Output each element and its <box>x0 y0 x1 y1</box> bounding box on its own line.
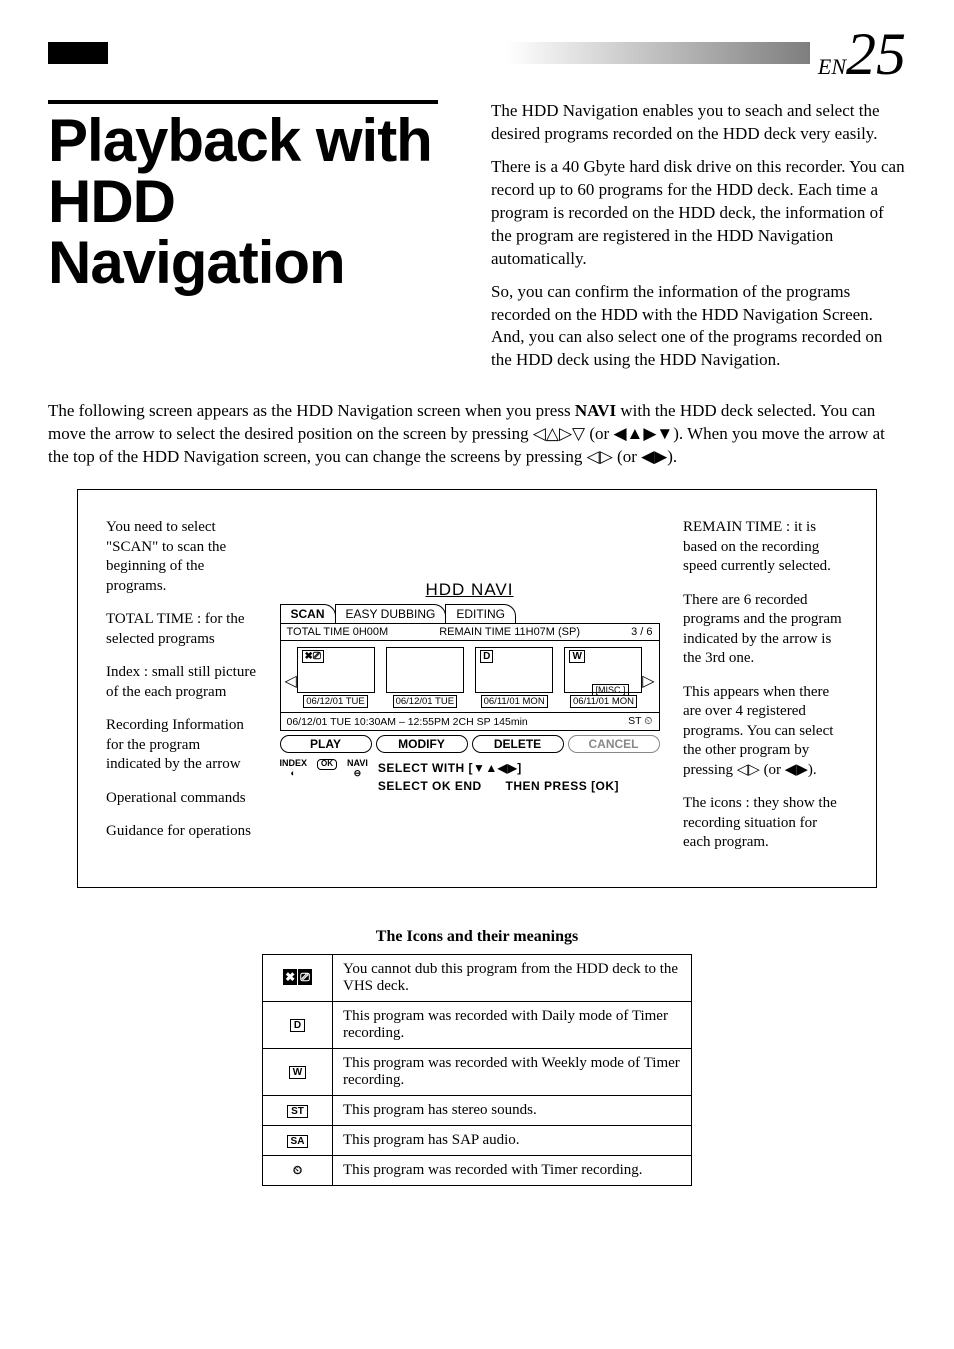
weekly-desc: This program was recorded with Weekly mo… <box>333 1048 692 1095</box>
table-row: ST This program has stereo sounds. <box>263 1095 692 1125</box>
table-row: ✖⎚ You cannot dub this program from the … <box>263 954 692 1001</box>
title-column: Playback with HDD Navigation <box>48 100 463 382</box>
screen-title: HDD NAVI <box>280 580 660 600</box>
total-time: TOTAL TIME 0H00M <box>287 626 389 638</box>
program-detail-icons: ST ⏲ <box>628 715 652 728</box>
right-callouts: REMAIN TIME : it is based on the recordi… <box>683 518 848 867</box>
callout-total-time: TOTAL TIME : for the selected programs <box>106 610 256 649</box>
callout-remain-time: REMAIN TIME : it is based on the recordi… <box>683 518 848 577</box>
navi-icon: NAVI⊖ <box>347 759 368 779</box>
thumb-1[interactable]: ✖⎚ 06/12/01 TUE <box>297 647 375 708</box>
callout-icons: The icons : they show the recording situ… <box>683 794 848 853</box>
play-button[interactable]: PLAY <box>280 735 372 753</box>
hdd-navi-screen: HDD NAVI SCAN EASY DUBBING EDITING TOTAL… <box>272 518 667 867</box>
daily-icon: D <box>480 650 493 663</box>
program-counter: 3 / 6 <box>631 626 652 638</box>
no-dub-desc: You cannot dub this program from the HDD… <box>333 954 692 1001</box>
table-row: W This program was recorded with Weekly … <box>263 1048 692 1095</box>
callout-scroll: This appears when there are over 4 regis… <box>683 683 848 781</box>
body-text-a: The following screen appears as the HDD … <box>48 401 575 420</box>
weekly-icon: W <box>569 650 584 663</box>
delete-button[interactable]: DELETE <box>472 735 564 753</box>
page-title: Playback with HDD Navigation <box>48 110 463 294</box>
icons-table-title: The Icons and their meanings <box>48 928 906 946</box>
no-dub-icon: ✖⎚ <box>302 650 324 663</box>
daily-icon-cell: D <box>263 1001 333 1048</box>
table-row: ⏲ This program was recorded with Timer r… <box>263 1155 692 1185</box>
no-dub-icon-cell: ✖⎚ <box>263 954 333 1001</box>
timer-desc: This program was recorded with Timer rec… <box>333 1155 692 1185</box>
thumb-2-date: 06/12/01 TUE <box>393 695 457 708</box>
time-info-row: TOTAL TIME 0H00M REMAIN TIME 11H07M (SP)… <box>280 623 660 641</box>
tab-easy-dubbing[interactable]: EASY DUBBING <box>335 604 447 623</box>
body-paragraph: The following screen appears as the HDD … <box>48 400 906 469</box>
thumb-1-date: 06/12/01 TUE <box>303 695 367 708</box>
navigation-diagram: You need to select "SCAN" to scan the be… <box>77 489 877 888</box>
thumb-2[interactable]: 06/12/01 TUE <box>386 647 464 708</box>
table-row: D This program was recorded with Daily m… <box>263 1001 692 1048</box>
intro-paragraph-3: So, you can confirm the information of t… <box>491 281 906 373</box>
intro-paragraph-2: There is a 40 Gbyte hard disk drive on t… <box>491 156 906 271</box>
thumbnail-area: ◁ ▷ ✖⎚ 06/12/01 TUE 06/12/01 TUE <box>280 641 660 713</box>
remain-time: REMAIN TIME 11H07M (SP) <box>439 626 580 638</box>
intro-columns: Playback with HDD Navigation The HDD Nav… <box>48 100 906 382</box>
header-black-block <box>48 42 108 64</box>
callout-recording-info: Recording Information for the program in… <box>106 716 256 775</box>
ok-icon: OK <box>317 759 337 770</box>
program-detail-row: 06/12/01 TUE 10:30AM – 12:55PM 2CH SP 14… <box>280 713 660 731</box>
thumb-3-date: 06/11/01 MON <box>481 695 548 708</box>
intro-paragraph-1: The HDD Navigation enables you to seach … <box>491 100 906 146</box>
header-bar: EN25 <box>48 30 906 80</box>
tab-editing[interactable]: EDITING <box>445 604 516 623</box>
timer-icon-cell: ⏲ <box>263 1155 333 1185</box>
index-icon: INDEX◐ <box>280 759 308 779</box>
icons-table: ✖⎚ You cannot dub this program from the … <box>262 954 692 1186</box>
cancel-button[interactable]: CANCEL <box>568 735 660 753</box>
sap-icon-cell: SA <box>263 1125 333 1155</box>
stereo-desc: This program has stereo sounds. <box>333 1095 692 1125</box>
page-lang: EN <box>818 54 846 79</box>
table-row: SA This program has SAP audio. <box>263 1125 692 1155</box>
modify-button[interactable]: MODIFY <box>376 735 468 753</box>
page: EN25 Playback with HDD Navigation The HD… <box>0 0 954 1234</box>
sap-desc: This program has SAP audio. <box>333 1125 692 1155</box>
daily-desc: This program was recorded with Daily mod… <box>333 1001 692 1048</box>
callout-index: Index : small still picture of the each … <box>106 663 256 702</box>
command-row: PLAY MODIFY DELETE CANCEL <box>280 735 660 753</box>
callout-guidance: Guidance for operations <box>106 822 256 842</box>
page-number: EN25 <box>810 24 906 84</box>
stereo-icon-cell: ST <box>263 1095 333 1125</box>
intro-text-column: The HDD Navigation enables you to seach … <box>491 100 906 382</box>
title-rule <box>48 100 438 104</box>
nav-prev-icon[interactable]: ◁ <box>285 671 297 691</box>
navi-keyword: NAVI <box>575 401 616 420</box>
tab-scan[interactable]: SCAN <box>280 604 336 623</box>
program-detail: 06/12/01 TUE 10:30AM – 12:55PM 2CH SP 14… <box>287 716 528 728</box>
nav-next-icon[interactable]: ▷ <box>642 671 654 691</box>
page-number-value: 25 <box>846 21 906 87</box>
callout-commands: Operational commands <box>106 789 256 809</box>
tab-row: SCAN EASY DUBBING EDITING <box>280 604 660 623</box>
guidance-row: INDEX◐ OK NAVI⊖ SELECT WITH [▼▲◀▶] SELEC… <box>280 759 660 795</box>
thumb-4[interactable]: W 06/11/01 MON <box>564 647 642 708</box>
weekly-icon-cell: W <box>263 1048 333 1095</box>
callout-counter: There are 6 recorded programs and the pr… <box>683 591 848 669</box>
thumb-3[interactable]: D 06/11/01 MON <box>475 647 553 708</box>
header-gradient <box>108 42 906 64</box>
left-callouts: You need to select "SCAN" to scan the be… <box>106 518 256 867</box>
misc-badge: [MISC.] <box>592 684 628 696</box>
guidance-text: SELECT WITH [▼▲◀▶] SELECT OK END THEN PR… <box>378 759 619 795</box>
thumb-4-date: 06/11/01 MON <box>570 695 637 708</box>
callout-scan: You need to select "SCAN" to scan the be… <box>106 518 256 596</box>
